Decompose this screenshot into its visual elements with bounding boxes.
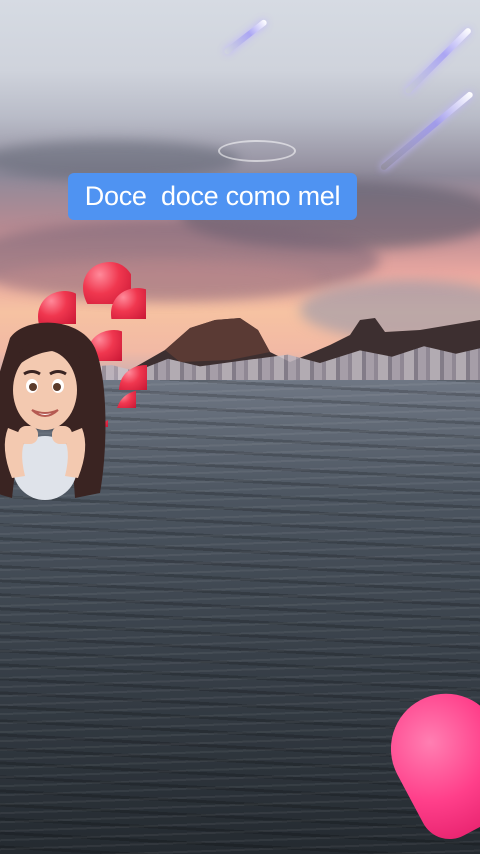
girl-avatar-icon [0,322,106,500]
halo-ring [218,140,296,162]
caption-text[interactable]: Doce doce como mel [68,173,357,220]
